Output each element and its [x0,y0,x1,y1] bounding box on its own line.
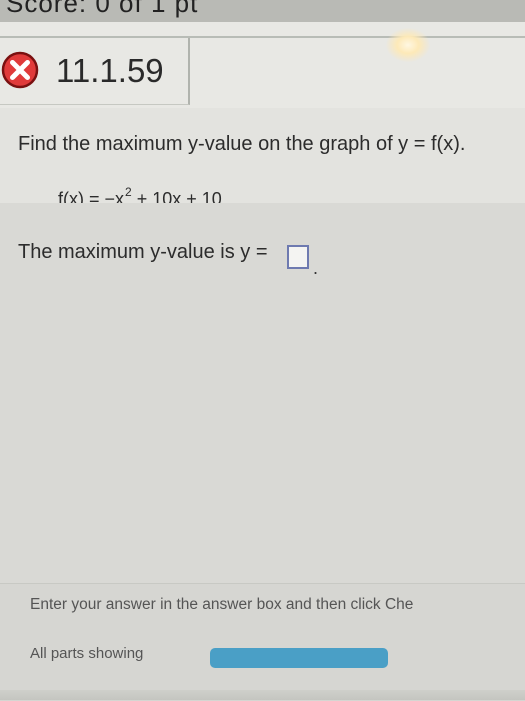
score-text: Score: 0 of 1 pt [6,0,199,18]
score-strip: Score: 0 of 1 pt [0,0,525,22]
answer-suffix: . [313,258,319,278]
progress-bar [210,648,388,668]
question-prompt: Find the maximum y-value on the graph of… [18,133,466,155]
function-exponent: 2 [125,185,132,199]
instruction-text: Enter your answer in the answer box and … [30,596,414,613]
answer-prompt: The maximum y-value is y = [18,241,268,263]
x-circle-icon [1,51,39,89]
question-number: 11.1.59 [56,52,164,89]
parts-showing-label: All parts showing [30,645,144,662]
answer-input-box[interactable] [287,245,309,269]
screen-glare [386,28,430,62]
bottom-edge [0,690,525,700]
